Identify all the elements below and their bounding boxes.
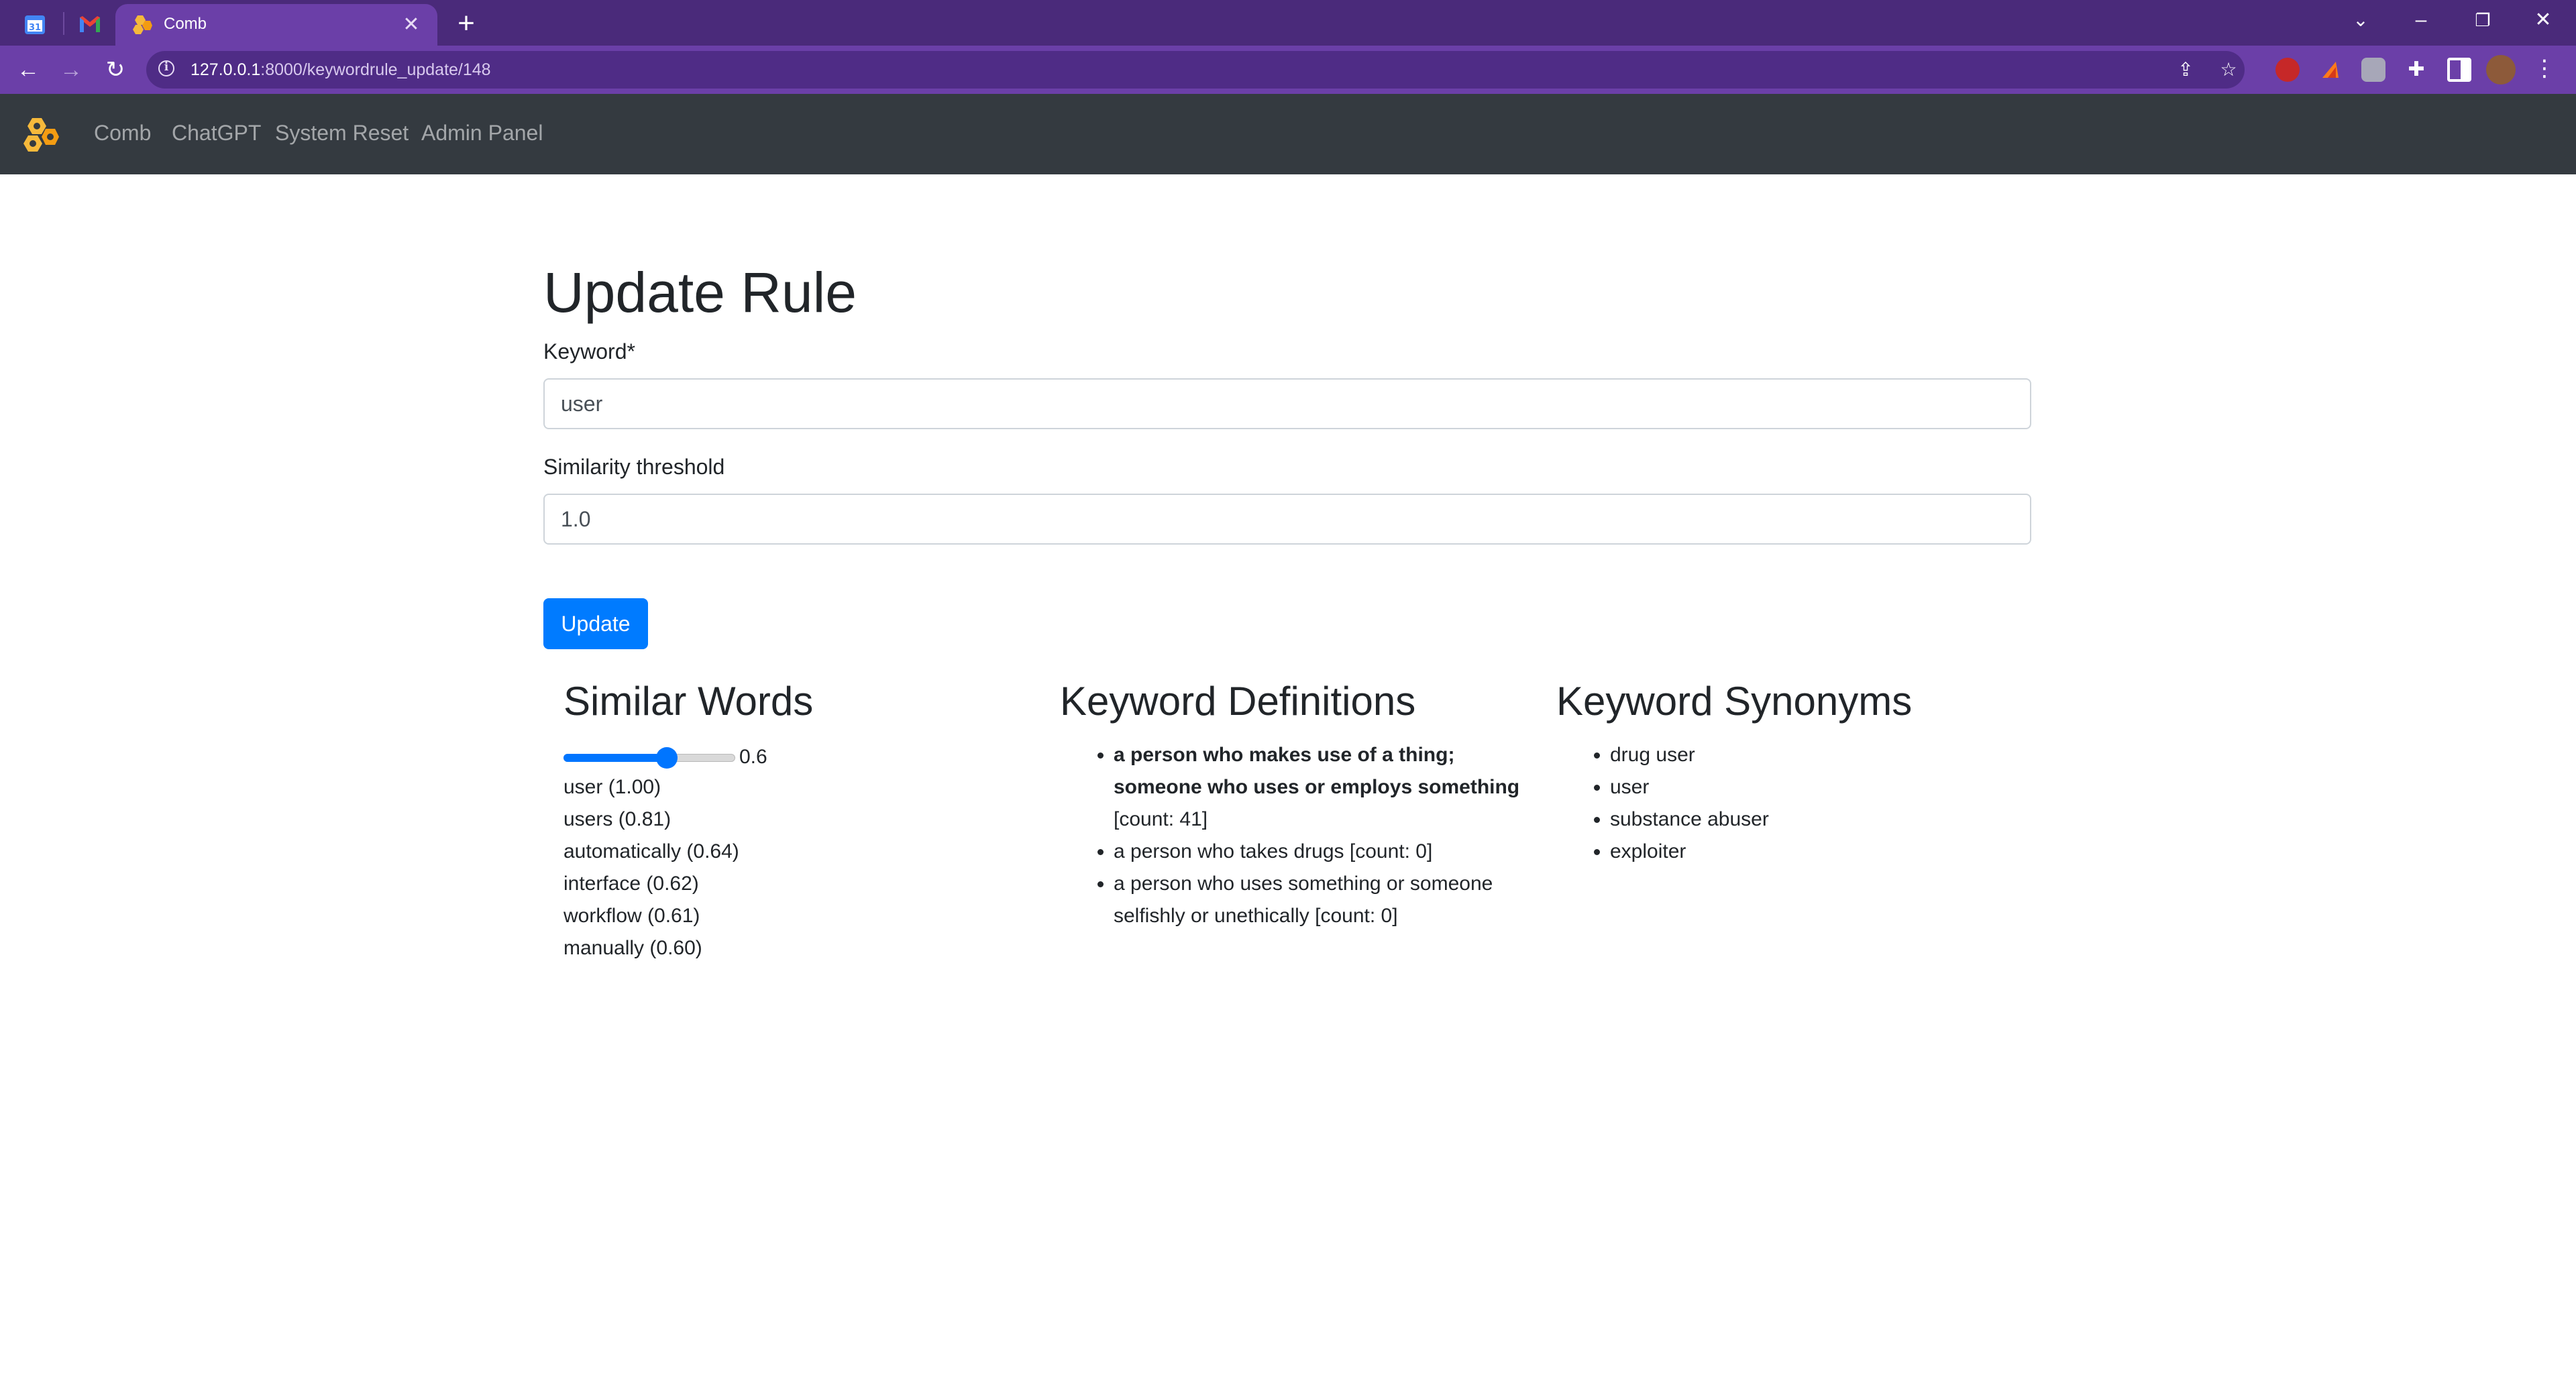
synonyms-list: drug user user substance abuser exploite… <box>1556 739 1769 868</box>
definitions-section: Keyword Definitions a person who makes u… <box>1060 677 1556 927</box>
similar-words-section: Similar Words 0.6 user (1.00) users (0.8… <box>564 677 1033 959</box>
reload-icon[interactable]: ↻ <box>99 54 131 86</box>
definition-item: a person who uses something or someone s… <box>1114 868 1547 932</box>
synonym-item: exploiter <box>1610 836 1769 868</box>
tab-title: Comb <box>164 15 207 33</box>
comb-favicon-icon <box>133 15 152 34</box>
synonym-item: substance abuser <box>1610 803 1769 836</box>
minimize-icon[interactable]: – <box>2398 5 2445 35</box>
slider-thumb[interactable] <box>656 747 678 769</box>
threshold-input[interactable]: 1.0 <box>543 494 2031 545</box>
new-tab-plus-icon[interactable]: + <box>451 9 482 40</box>
keyword-input[interactable]: user <box>543 378 2031 429</box>
back-arrow-icon[interactable]: ← <box>12 54 44 86</box>
definition-text: a person who makes use of a thing; someo… <box>1114 744 1520 798</box>
similar-word-item: users (0.81) <box>564 808 672 830</box>
slider-fill <box>564 754 667 762</box>
definition-text: a person who takes drugs <box>1114 840 1344 862</box>
svg-text:31: 31 <box>29 23 41 33</box>
similar-words-list: user (1.00) users (0.81) automatically (… <box>564 771 739 964</box>
close-window-icon[interactable]: ✕ <box>2520 5 2567 35</box>
close-tab-icon[interactable]: ✕ <box>398 12 424 38</box>
url-text: 127.0.0.1:8000/keywordrule_update/148 <box>191 60 491 79</box>
tab-comb[interactable]: Comb ✕ <box>115 4 437 46</box>
address-bar[interactable]: 127.0.0.1:8000/keywordrule_update/148 ⇪ … <box>146 51 2245 89</box>
browser-toolbar: ← → ↻ 127.0.0.1:8000/keywordrule_update/… <box>0 46 2576 94</box>
tab-separator <box>63 12 64 35</box>
browser-menu-icon[interactable]: ⋮ <box>2533 55 2556 85</box>
definition-item: a person who takes drugs [count: 0] <box>1114 836 1547 868</box>
update-button[interactable]: Update <box>543 598 648 649</box>
similar-word-item: manually (0.60) <box>564 937 702 959</box>
site-info-icon[interactable] <box>158 60 174 76</box>
definitions-heading: Keyword Definitions <box>1060 679 1416 724</box>
similar-word-item: workflow (0.61) <box>564 905 700 927</box>
forward-arrow-icon[interactable]: → <box>55 54 87 86</box>
side-panel-icon[interactable] <box>2447 58 2471 82</box>
definition-count: [count: 0] <box>1344 840 1433 862</box>
orange-extension-icon[interactable] <box>2318 58 2343 82</box>
synonym-item: drug user <box>1610 739 1769 771</box>
threshold-label: Similarity threshold <box>543 455 725 479</box>
definition-item: a person who makes use of a thing; someo… <box>1114 739 1547 836</box>
page-title: Update Rule <box>543 261 857 324</box>
restore-icon[interactable]: ❐ <box>2459 5 2506 35</box>
profile-avatar[interactable] <box>2486 55 2516 85</box>
threshold-input-value: 1.0 <box>561 507 591 531</box>
similar-word-item: interface (0.62) <box>564 873 699 895</box>
nav-link-chatgpt[interactable]: ChatGPT <box>172 121 261 146</box>
slider-value: 0.6 <box>739 746 767 768</box>
definition-text: a person who uses something or someone s… <box>1114 873 1493 927</box>
tab-search-chevron-icon[interactable]: ⌄ <box>2337 5 2384 35</box>
comb-logo-icon[interactable] <box>19 114 63 158</box>
extensions-puzzle-icon[interactable]: ✚ <box>2404 58 2428 82</box>
synonyms-heading: Keyword Synonyms <box>1556 679 1913 724</box>
keyword-input-value: user <box>561 392 603 416</box>
nav-link-system-reset[interactable]: System Reset <box>275 121 409 146</box>
synonyms-section: Keyword Synonyms drug user user substanc… <box>1556 677 2026 862</box>
similar-words-heading: Similar Words <box>564 679 814 724</box>
synonym-item: user <box>1610 771 1769 803</box>
camera-extension-icon[interactable] <box>2361 58 2385 82</box>
definition-count: [count: 41] <box>1114 808 1208 830</box>
nav-link-admin-panel[interactable]: Admin Panel <box>421 121 543 146</box>
calendar-icon: 31 <box>25 15 45 34</box>
definition-count: [count: 0] <box>1309 905 1398 927</box>
pinned-tab-gmail[interactable] <box>75 9 105 39</box>
adblock-extension-icon[interactable] <box>2275 58 2300 82</box>
bookmark-star-icon[interactable]: ☆ <box>2216 58 2241 82</box>
nav-link-comb[interactable]: Comb <box>94 121 151 146</box>
pinned-tab-calendar[interactable]: 31 <box>20 9 50 39</box>
keyword-label: Keyword* <box>543 339 635 364</box>
definitions-list: a person who makes use of a thing; someo… <box>1060 739 1547 932</box>
similar-word-item: user (1.00) <box>564 776 661 798</box>
similar-word-item: automatically (0.64) <box>564 840 739 862</box>
gmail-icon <box>80 16 100 32</box>
share-icon[interactable]: ⇪ <box>2174 58 2198 82</box>
similarity-slider[interactable]: 0.6 <box>564 742 767 774</box>
app-navbar: Comb ChatGPT System Reset Admin Panel <box>0 94 2576 174</box>
browser-tab-strip: 31 Comb ✕ + ⌄ – ❐ ✕ <box>0 0 2576 46</box>
